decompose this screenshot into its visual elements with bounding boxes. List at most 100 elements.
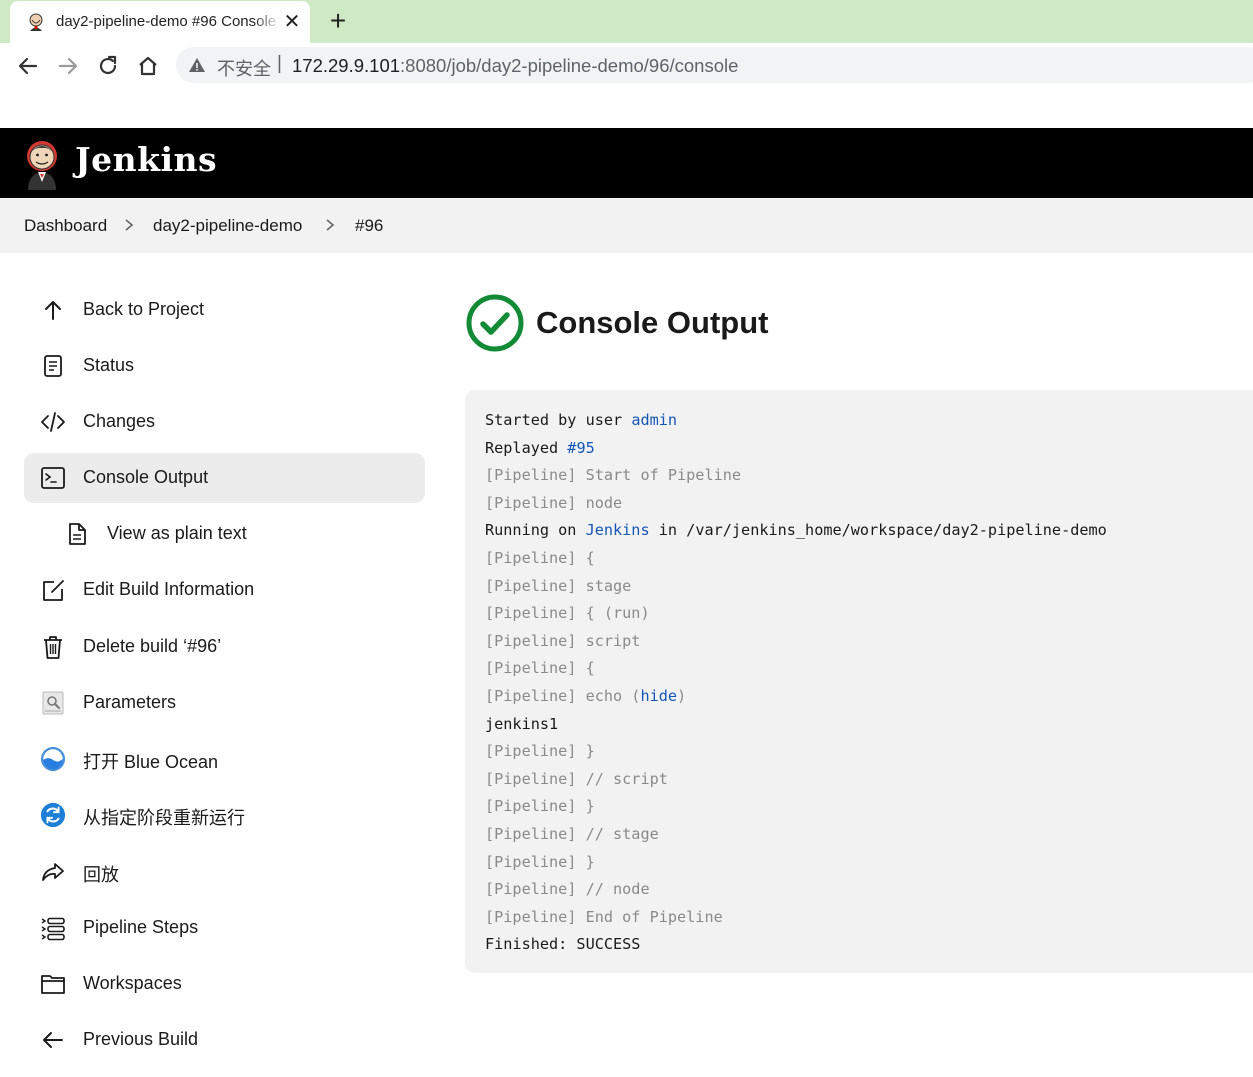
arrow-left-icon — [43, 1032, 63, 1048]
url-host: 172.29.9.101 — [292, 55, 401, 76]
sidebar-item-console-output[interactable]: Console Output — [24, 453, 425, 503]
console-line: Started by user admin — [485, 407, 1107, 435]
console-line: [Pipeline] script — [485, 628, 1107, 656]
console-link[interactable]: Jenkins — [586, 521, 650, 539]
sidebar-item-label: Delete build ‘#96’ — [83, 636, 222, 656]
console-link[interactable]: hide — [640, 687, 677, 705]
sidebar-item-label: Previous Build — [83, 1029, 199, 1049]
edit-icon — [43, 580, 64, 601]
breadcrumb-job[interactable]: day2-pipeline-demo — [153, 216, 302, 236]
sidebar-item-label: Status — [83, 355, 135, 375]
console-line-text: [Pipeline] { (run) — [485, 604, 650, 623]
chevron-right-icon — [125, 219, 134, 231]
sidebar-item-changes[interactable]: Changes — [24, 397, 425, 447]
url-text[interactable]: 172.29.9.101:8080/job/day2-pipeline-demo… — [292, 55, 738, 77]
console-line-text: Finished: SUCCESS — [485, 935, 641, 954]
console-line: Replayed #95 — [485, 435, 1107, 463]
console-line-text: [Pipeline] } — [485, 742, 595, 761]
console-line-text: [Pipeline] echo ( — [485, 686, 641, 705]
console-line-text: Replayed — [485, 438, 568, 457]
chevron-right-icon — [326, 219, 335, 231]
address-bar[interactable]: 不安全 | 172.29.9.101:8080/job/day2-pipelin… — [176, 47, 1253, 83]
trash-icon — [44, 636, 62, 659]
code-icon — [41, 412, 65, 432]
sidebar-item-restart-from-stage[interactable]: 从指定阶段重新运行 — [24, 790, 425, 840]
console-lines: Started by user admin Replayed #95 [Pipeli… — [485, 407, 1107, 959]
home-icon[interactable] — [135, 53, 161, 79]
sidebar-item-workspaces[interactable]: Workspaces — [24, 959, 425, 1009]
sidebar-item-label: Parameters — [83, 692, 177, 712]
breadcrumb-dashboard[interactable]: Dashboard — [24, 216, 107, 236]
sidebar-item-view-plain-text[interactable]: View as plain text — [24, 509, 425, 559]
sidebar-item-previous-build[interactable]: Previous Build — [24, 1015, 425, 1065]
sidebar-item-label: Edit Build Information — [83, 579, 255, 599]
parameters-icon — [42, 691, 64, 715]
replay-icon — [42, 863, 64, 881]
url-separator: | — [277, 53, 282, 74]
forward-arrow-icon[interactable] — [55, 53, 81, 79]
console-line: [Pipeline] } — [485, 849, 1107, 877]
document-icon — [44, 355, 62, 377]
tab-title: day2-pipeline-demo #96 Console Output — [56, 13, 281, 30]
console-line-text: jenkins1 — [485, 714, 559, 733]
console-line-text: ) — [677, 686, 687, 705]
console-line-text: [Pipeline] Start of Pipeline — [485, 466, 742, 485]
page-title: Console Output — [536, 305, 769, 340]
sidebar-item-delete-build[interactable]: Delete build ‘#96’ — [24, 622, 425, 672]
sidebar-item-blue-ocean[interactable]: 打开 Blue Ocean — [24, 734, 425, 784]
close-tab-icon[interactable]: ✕ — [282, 10, 302, 34]
console-line: Finished: SUCCESS — [485, 931, 1107, 959]
browser-tab[interactable]: day2-pipeline-demo #96 Console Output ✕ — [10, 1, 310, 43]
sidebar-item-label: View as plain text — [107, 523, 247, 543]
console-line: jenkins1 — [485, 711, 1107, 739]
sidebar-item-label: 回放 — [83, 865, 119, 885]
new-tab-button[interactable]: + — [325, 7, 351, 35]
console-line: Running on Jenkins in /var/jenkins_home/… — [485, 517, 1107, 545]
console-line: [Pipeline] node — [485, 490, 1107, 518]
folder-icon — [41, 975, 65, 994]
sidebar-item-pipeline-steps[interactable]: Pipeline Steps — [24, 903, 425, 953]
success-check-icon — [466, 294, 524, 352]
console-line-text: [Pipeline] node — [485, 493, 623, 512]
sidebar-item-label: Changes — [83, 411, 156, 431]
sidebar-item-label: Workspaces — [83, 973, 182, 993]
warning-triangle-icon[interactable] — [188, 56, 206, 74]
jenkins-title[interactable]: Jenkins — [75, 140, 217, 179]
back-arrow-icon[interactable] — [15, 53, 41, 79]
list-icon — [41, 917, 65, 941]
sidebar-item-label: Console Output — [83, 467, 209, 487]
console-line-text: in /var/jenkins_home/workspace/day2-pipe… — [649, 521, 1107, 540]
console-line: [Pipeline] } — [485, 793, 1107, 821]
terminal-icon — [41, 467, 65, 489]
blue-ocean-icon — [40, 746, 66, 772]
security-label[interactable]: 不安全 — [217, 55, 271, 81]
console-line-text: [Pipeline] script — [485, 631, 641, 650]
sidebar-item-status[interactable]: Status — [24, 341, 425, 391]
console-line: [Pipeline] Start of Pipeline — [485, 462, 1107, 490]
jenkins-butler-logo[interactable] — [22, 138, 62, 190]
console-line: [Pipeline] echo (hide) — [485, 683, 1107, 711]
console-link[interactable]: #95 — [567, 439, 594, 457]
console-line-text: [Pipeline] stage — [485, 576, 632, 595]
console-line: [Pipeline] // node — [485, 876, 1107, 904]
restart-stage-icon — [40, 802, 66, 828]
sidebar-item-replay[interactable]: 回放 — [24, 847, 425, 897]
console-line-text: [Pipeline] } — [485, 852, 595, 871]
sidebar-item-label: Pipeline Steps — [83, 917, 199, 937]
console-line-text: [Pipeline] // script — [485, 769, 668, 788]
jenkins-header: Jenkins — [0, 128, 1253, 198]
url-path: :8080/job/day2-pipeline-demo/96/console — [400, 55, 739, 76]
sidebar-item-back-to-project[interactable]: Back to Project — [24, 285, 425, 335]
sidebar-item-edit-build-information[interactable]: Edit Build Information — [24, 565, 425, 615]
console-line-text: [Pipeline] End of Pipeline — [485, 907, 723, 926]
console-line: [Pipeline] stage — [485, 573, 1107, 601]
console-output-panel: Started by user admin Replayed #95 [Pipeli… — [465, 390, 1253, 973]
sidebar-item-parameters[interactable]: Parameters — [24, 678, 425, 728]
breadcrumb-build[interactable]: #96 — [355, 216, 383, 236]
console-line: [Pipeline] { — [485, 655, 1107, 683]
console-link[interactable]: admin — [631, 411, 677, 429]
reload-icon[interactable] — [95, 53, 121, 79]
console-line-text: Started by user — [485, 411, 632, 429]
sidebar-item-label: 打开 Blue Ocean — [83, 752, 219, 772]
jenkins-favicon-icon — [29, 13, 43, 31]
